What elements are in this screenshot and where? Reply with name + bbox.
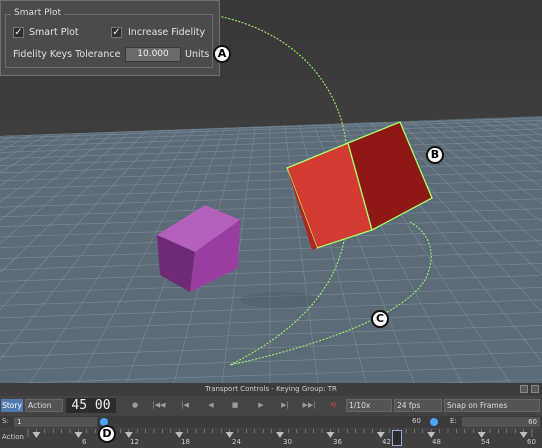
stop-icon[interactable]: ■ [228, 400, 242, 411]
tolerance-input[interactable]: 10.000 [125, 47, 181, 62]
smart-plot-title: Smart Plot [11, 8, 65, 18]
goto-end-icon[interactable]: ▶▶| [302, 400, 316, 411]
range-end-value: 60 [412, 417, 421, 425]
tolerance-label: Fidelity Keys Tolerance [13, 49, 121, 60]
current-frame-display[interactable]: 45 00 [66, 398, 116, 413]
playhead[interactable] [392, 430, 402, 446]
smart-plot-checkbox[interactable]: ✓ [13, 27, 24, 38]
tick-label: 54 [481, 438, 490, 446]
tick-label: 42 [382, 438, 391, 446]
range-end-handle[interactable] [430, 418, 438, 426]
tick-label: 36 [333, 438, 342, 446]
smart-plot-panel: Smart Plot ✓ Smart Plot ✓ Increase Fidel… [0, 0, 220, 76]
tick-label: 24 [232, 438, 241, 446]
increase-fidelity-checkbox[interactable]: ✓ [111, 27, 122, 38]
start-label: S: [2, 417, 9, 425]
tick-label: 18 [181, 438, 190, 446]
smart-plot-label: Smart Plot [29, 27, 79, 38]
mode-dropdown[interactable]: Action [25, 399, 63, 412]
key-marker [32, 432, 41, 438]
timeline-row[interactable]: Action 6 12 18 24 30 36 42 48 54 60 [0, 429, 542, 448]
play-icon[interactable]: ▶ [254, 400, 268, 411]
action-label: Action [2, 433, 24, 441]
transport-title: Transport Controls - Keying Group: TR [0, 383, 542, 396]
next-key-icon[interactable]: ▶| [278, 400, 292, 411]
play-back-icon[interactable]: ◀ [204, 400, 218, 411]
callout-b: B [426, 146, 444, 164]
tick-label: 12 [130, 438, 139, 446]
transport-controls: Transport Controls - Keying Group: TR St… [0, 383, 542, 448]
transport-row: Story Action 45 00 ● |◀◀ |◀ ◀ ■ ▶ ▶| ▶▶|… [0, 397, 542, 415]
record-icon[interactable]: ● [128, 400, 142, 411]
increase-fidelity-label: Increase Fidelity [128, 27, 206, 38]
callout-a: A [213, 45, 231, 63]
end-label: E: [450, 417, 457, 425]
fps-dropdown[interactable]: 24 fps [394, 399, 442, 412]
3d-viewport[interactable]: Smart Plot ✓ Smart Plot ✓ Increase Fidel… [0, 0, 542, 383]
close-window-icon[interactable] [531, 385, 539, 393]
speed-dropdown[interactable]: 1/10x [346, 399, 392, 412]
callout-c: C [371, 310, 389, 328]
tick-label: 48 [432, 438, 441, 446]
tick-label: 6 [82, 438, 87, 446]
tick-label: 30 [283, 438, 292, 446]
story-button[interactable]: Story [1, 399, 23, 412]
units-label: Units [185, 49, 210, 60]
callout-d: D [98, 425, 116, 443]
float-window-icon[interactable] [520, 385, 528, 393]
tick-label: 60 [527, 438, 536, 446]
start-field[interactable]: 1 [14, 417, 97, 427]
range-row: S: 1 60 E: 60 [0, 416, 542, 428]
goto-start-icon[interactable]: |◀◀ [152, 400, 166, 411]
snap-dropdown[interactable]: Snap on Frames [444, 399, 540, 412]
end-field[interactable]: 60 [462, 417, 540, 427]
transport-title-text: Transport Controls - Keying Group: TR [205, 385, 337, 393]
loop-icon[interactable]: ⟲ [326, 400, 340, 411]
prev-key-icon[interactable]: |◀ [178, 400, 192, 411]
